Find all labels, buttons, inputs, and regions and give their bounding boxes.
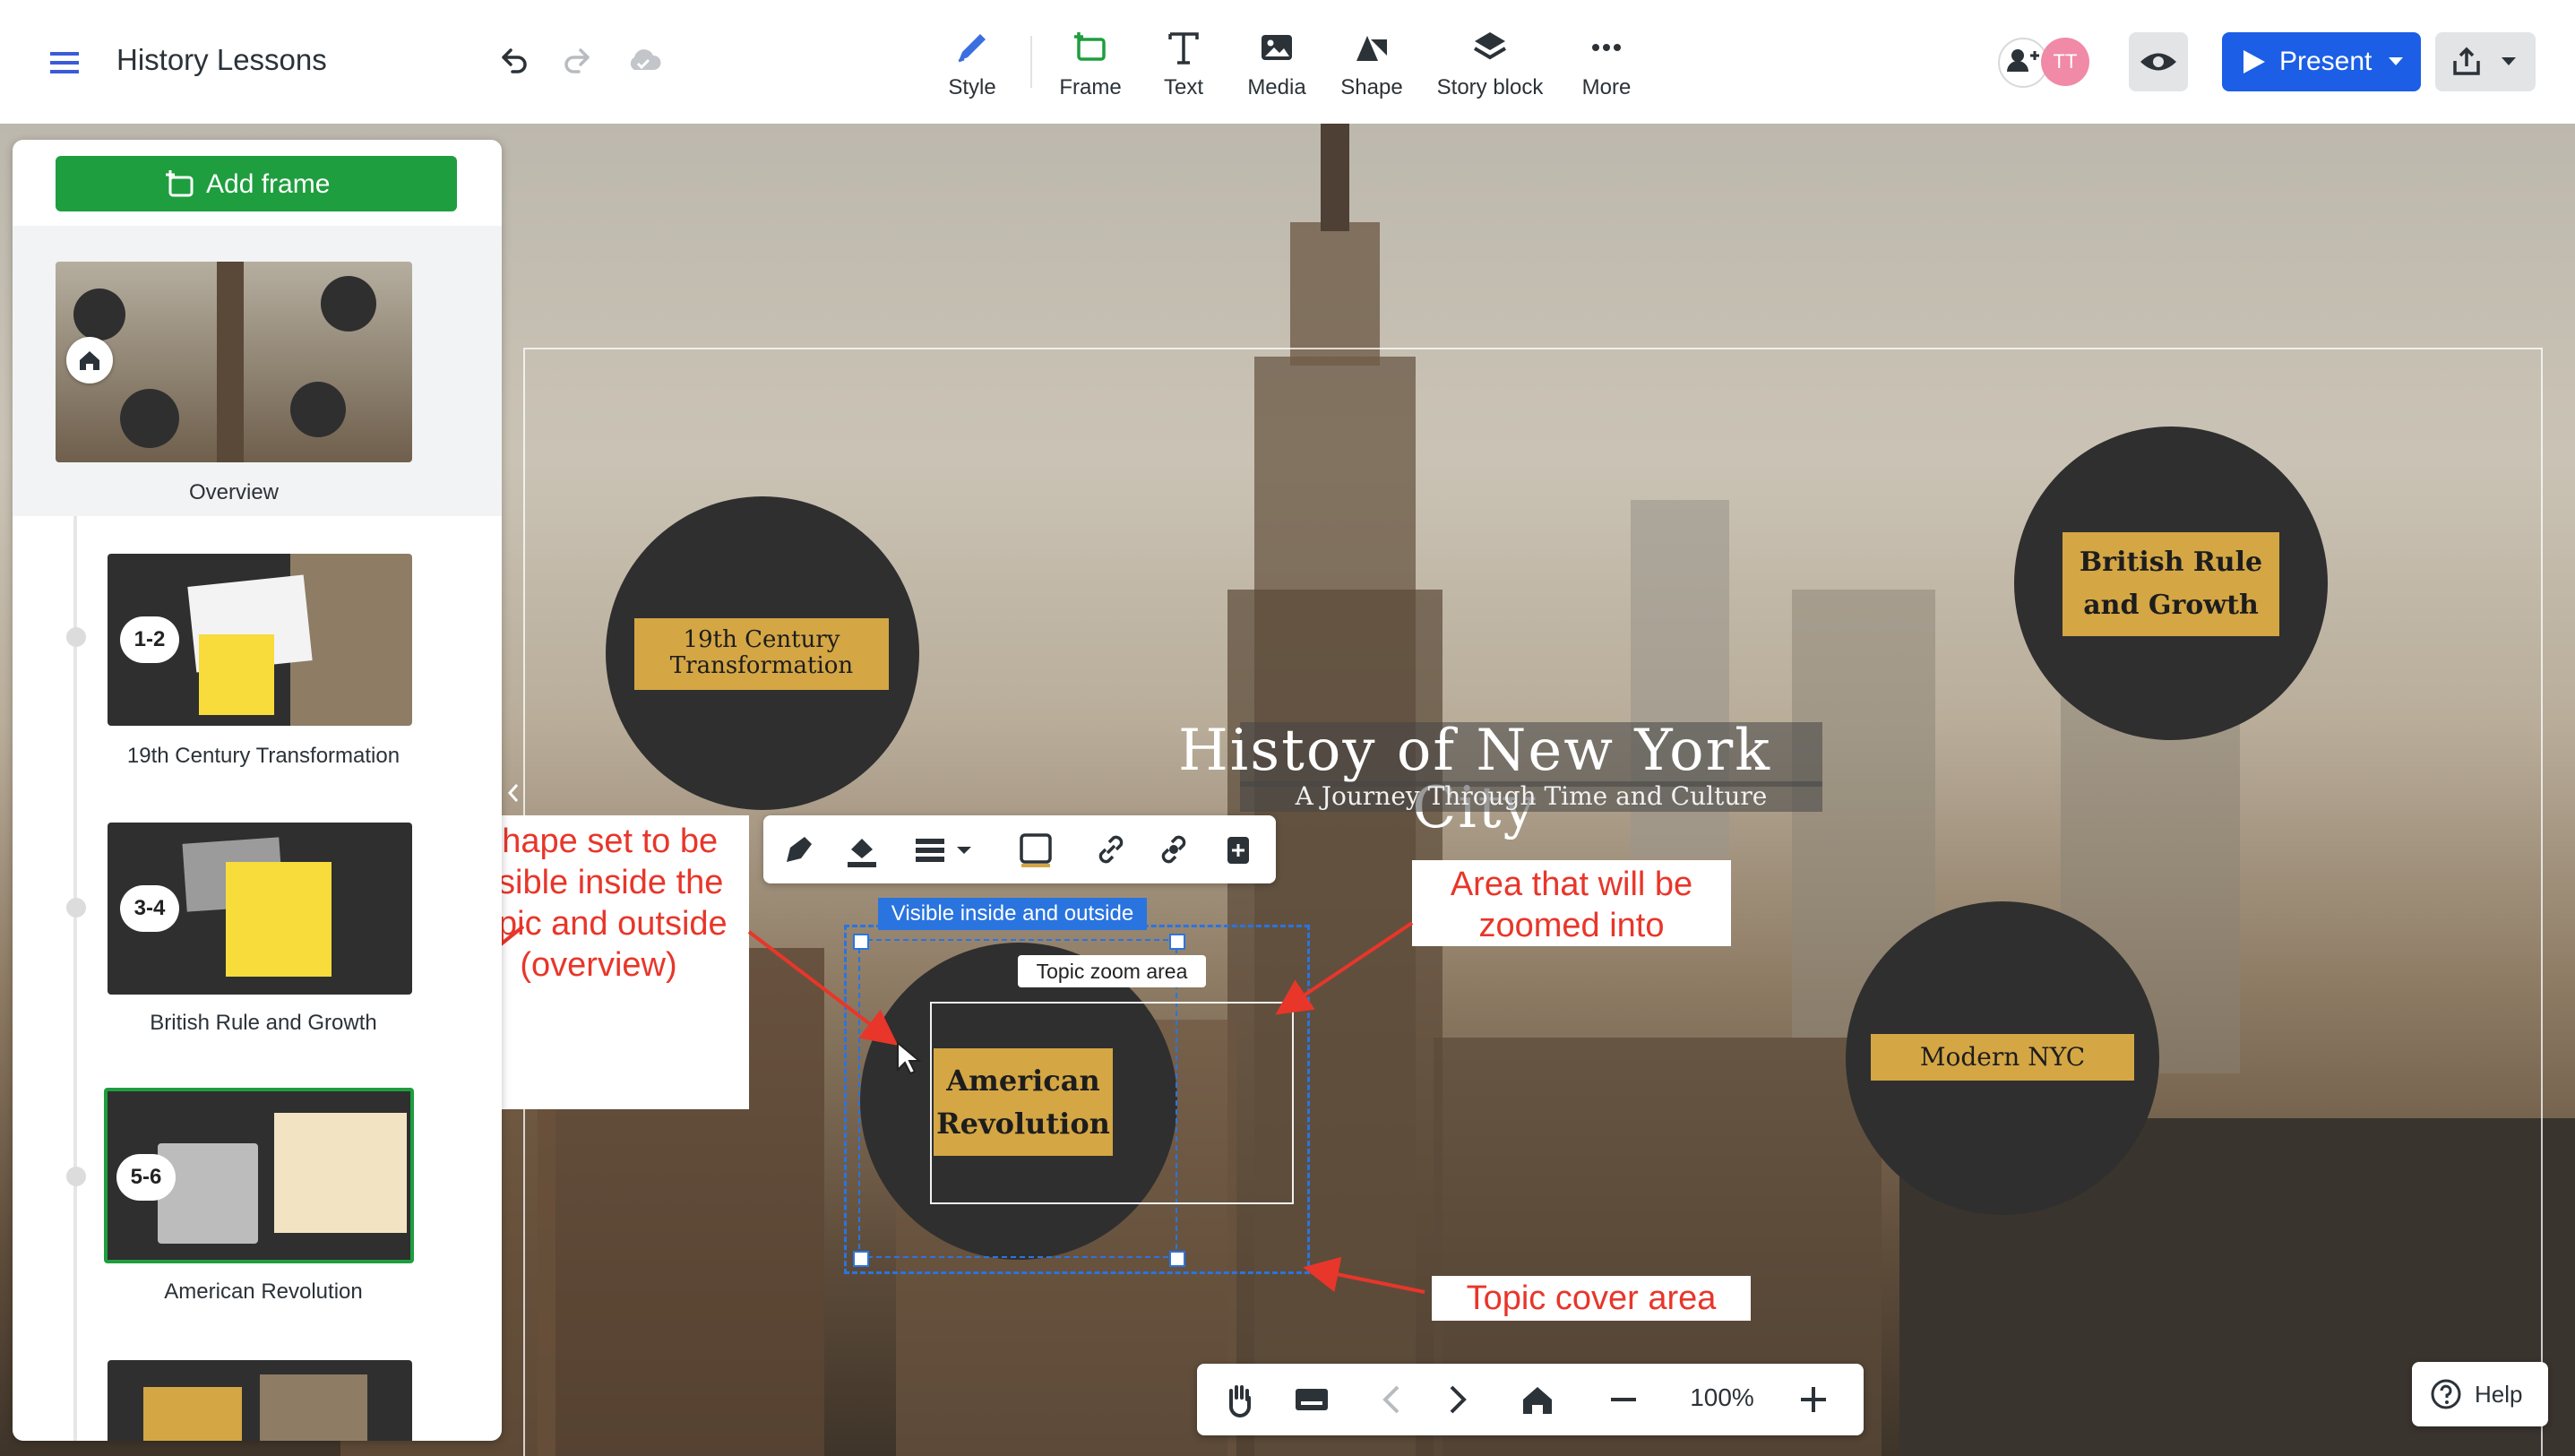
play-icon	[2243, 50, 2265, 73]
cloud-saved-icon	[630, 49, 661, 70]
timeline-dot	[66, 1167, 86, 1186]
shape-tool-label: Shape	[1340, 75, 1403, 99]
frame-icon	[1074, 32, 1106, 61]
navigation-bar: 100%	[1197, 1364, 1864, 1435]
home-icon	[80, 351, 99, 370]
thumbnail-photo	[158, 1143, 258, 1244]
story-block-tool-label: Story block	[1436, 75, 1544, 99]
hamburger-menu-icon[interactable]	[47, 45, 82, 81]
frame-label-1-2: 19th Century Transformation	[126, 744, 400, 768]
timeline-dot	[66, 898, 86, 918]
shape-tool-button[interactable]: Shape	[1313, 27, 1430, 108]
timeline-dot	[66, 627, 86, 647]
thumbnail-photo	[260, 1374, 367, 1441]
frame-thumbnail-next[interactable]	[108, 1360, 412, 1441]
frame-thumbnail-5-6[interactable]: 5-6	[104, 1088, 414, 1263]
add-person-icon	[2007, 49, 2039, 72]
overview-thumbnail[interactable]	[56, 262, 412, 462]
frame-number-badge: 3-4	[120, 885, 179, 932]
next-icon[interactable]	[1437, 1380, 1477, 1419]
thumbnail-shape	[321, 276, 376, 332]
help-circle-icon	[2431, 1379, 2461, 1409]
hand-pan-icon[interactable]	[1220, 1380, 1260, 1419]
user-avatar[interactable]: TT	[2041, 38, 2089, 86]
thumbnail-note	[274, 1113, 407, 1233]
preview-button[interactable]	[2129, 32, 2188, 91]
undo-icon[interactable]	[493, 41, 532, 81]
timeline-line	[73, 516, 77, 1441]
mouse-cursor-icon	[897, 1041, 922, 1075]
style-tool-label: Style	[948, 75, 996, 99]
collapse-sidebar-icon[interactable]	[504, 780, 523, 806]
previous-icon[interactable]	[1373, 1380, 1412, 1419]
share-export-button[interactable]	[2435, 32, 2536, 91]
top-bar: History Lessons Style Frame Text Media S…	[0, 0, 2575, 125]
more-tool-label: More	[1581, 75, 1632, 99]
frame-number-badge: 1-2	[120, 616, 179, 663]
layers-icon	[1473, 32, 1507, 60]
zoom-out-icon[interactable]	[1604, 1380, 1643, 1419]
home-icon[interactable]	[1518, 1380, 1557, 1419]
thumbnail-note	[143, 1387, 242, 1441]
zoom-level: 100%	[1690, 1383, 1754, 1411]
help-button[interactable]: Help	[2412, 1362, 2548, 1426]
zoom-in-icon[interactable]	[1794, 1380, 1833, 1419]
thumbnail-shape	[290, 382, 346, 437]
style-tool-button[interactable]: Style	[914, 27, 1030, 108]
thumbnail-building	[217, 262, 244, 462]
presenter-notes-icon[interactable]	[1292, 1380, 1331, 1419]
shape-icon	[1356, 36, 1387, 61]
more-tool-button[interactable]: More	[1548, 27, 1665, 108]
redo-icon[interactable]	[559, 41, 599, 81]
thumbnail-note	[226, 862, 332, 977]
add-frame-icon	[166, 170, 194, 197]
add-frame-button[interactable]: Add frame	[56, 156, 457, 211]
text-icon	[1168, 32, 1199, 65]
overview-item[interactable]: Overview	[13, 226, 502, 516]
thumbnail-note	[199, 634, 274, 715]
frame-thumbnail-3-4[interactable]: 3-4	[108, 823, 412, 995]
chevron-down-icon[interactable]	[2500, 56, 2518, 68]
frame-label-3-4: British Rule and Growth	[150, 1011, 377, 1035]
help-label: Help	[2475, 1381, 2523, 1408]
frame-number-badge: 5-6	[116, 1154, 176, 1201]
present-label: Present	[2279, 47, 2373, 76]
share-upload-icon	[2453, 47, 2480, 75]
frames-sidebar: Add frame Overview 1-2 19th Century Tran…	[13, 140, 502, 1441]
document-title[interactable]: History Lessons	[116, 43, 327, 77]
present-button[interactable]: Present	[2222, 32, 2421, 91]
thumbnail-shape	[73, 289, 125, 340]
overview-label: Overview	[188, 480, 280, 504]
home-badge	[66, 337, 113, 383]
chevron-down-icon[interactable]	[2387, 56, 2405, 68]
thumbnail-shape	[120, 389, 179, 448]
story-block-tool-button[interactable]: Story block	[1432, 27, 1548, 108]
pen-icon	[958, 34, 986, 63]
eye-icon	[2140, 53, 2176, 71]
more-dots-icon	[1592, 44, 1621, 51]
image-icon	[1262, 35, 1292, 60]
add-frame-label: Add frame	[206, 169, 331, 199]
frame-label-5-6: American Revolution	[164, 1279, 363, 1304]
frame-thumbnail-1-2[interactable]: 1-2	[108, 554, 412, 726]
